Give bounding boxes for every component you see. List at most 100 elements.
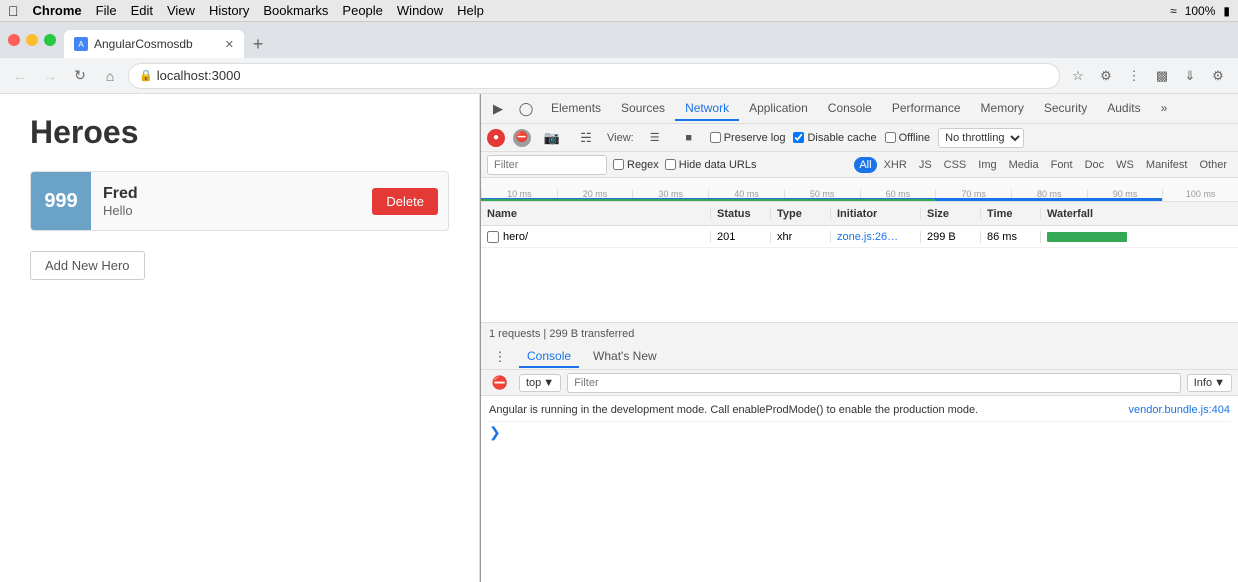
- devtools-panel: ▶ ◯ Elements Sources Network Application…: [480, 94, 1238, 582]
- filter-bar: Regex Hide data URLs All XHR JS CSS Img …: [481, 152, 1238, 178]
- table-row[interactable]: hero/ 201 xhr zone.js:26… 299 B 86 ms: [481, 226, 1238, 248]
- filter-ws-button[interactable]: WS: [1111, 157, 1139, 173]
- tab-audits[interactable]: Audits: [1097, 97, 1150, 121]
- filter-media-button[interactable]: Media: [1004, 157, 1044, 173]
- tab-network[interactable]: Network: [675, 97, 739, 121]
- tab-application[interactable]: Application: [739, 97, 818, 121]
- extensions-button[interactable]: ⚙: [1094, 64, 1118, 88]
- col-header-initiator: Initiator: [831, 208, 921, 220]
- console-tab-console[interactable]: Console: [519, 346, 579, 368]
- row-name: hero/: [481, 231, 711, 243]
- console-message-text: Angular is running in the development mo…: [489, 403, 1118, 418]
- row-initiator: zone.js:26…: [831, 231, 921, 243]
- row-size: 299 B: [921, 231, 981, 243]
- devtools-tabs: Elements Sources Network Application Con…: [541, 97, 1177, 121]
- tab-favicon: A: [74, 37, 88, 51]
- menu-bar-left:  Chrome File Edit View History Bookmark…: [8, 3, 484, 19]
- devtools-toggle-button[interactable]: ⚙: [1206, 64, 1230, 88]
- tab-security[interactable]: Security: [1034, 97, 1097, 121]
- add-hero-button[interactable]: Add New Hero: [30, 251, 145, 280]
- console-context-select[interactable]: top ▼: [519, 374, 561, 392]
- close-window-button[interactable]: [8, 34, 20, 46]
- list-view-button[interactable]: ☰: [642, 125, 668, 151]
- console-stop-button[interactable]: ⛔: [487, 370, 513, 396]
- disable-cache-checkbox[interactable]: Disable cache: [793, 132, 876, 144]
- col-header-status: Status: [711, 208, 771, 220]
- heroes-panel: Heroes 999 Fred Hello Delete Add New Her…: [0, 94, 480, 582]
- minimize-window-button[interactable]: [26, 34, 38, 46]
- grid-view-button[interactable]: ■: [676, 125, 702, 151]
- stop-button[interactable]: ⛔: [513, 129, 531, 147]
- maximize-window-button[interactable]: [44, 34, 56, 46]
- reload-button[interactable]: ↻: [68, 64, 92, 88]
- menu-item-file[interactable]: File: [96, 3, 117, 18]
- filter-input[interactable]: [487, 155, 607, 175]
- filter-font-button[interactable]: Font: [1046, 157, 1078, 173]
- device-toolbar-button[interactable]: ◯: [513, 96, 539, 122]
- level-chevron-down-icon: ▼: [1214, 377, 1225, 389]
- browser-tab[interactable]: A AngularCosmosdb ✕: [64, 30, 244, 58]
- filter-js-button[interactable]: JS: [914, 157, 937, 173]
- back-button[interactable]: ←: [8, 64, 32, 88]
- network-table: Name Status Type Initiator Size Time Wat…: [481, 202, 1238, 322]
- row-type: xhr: [771, 231, 831, 243]
- hero-item: 999 Fred Hello Delete: [30, 171, 449, 231]
- download-button[interactable]: ⇓: [1178, 64, 1202, 88]
- chromecast-button[interactable]: ▩: [1150, 64, 1174, 88]
- camera-button[interactable]: 📷: [539, 125, 565, 151]
- timeline-progress-green: [481, 199, 935, 201]
- filter-css-button[interactable]: CSS: [939, 157, 972, 173]
- apple-icon[interactable]: : [8, 3, 19, 19]
- home-button[interactable]: ⌂: [98, 64, 122, 88]
- forward-button[interactable]: →: [38, 64, 62, 88]
- tab-console[interactable]: Console: [818, 97, 882, 121]
- throttle-select[interactable]: No throttling: [938, 128, 1024, 148]
- status-text: 1 requests | 299 B transferred: [489, 328, 634, 340]
- regex-checkbox[interactable]: Regex: [613, 159, 659, 171]
- hide-data-checkbox[interactable]: Hide data URLs: [665, 159, 757, 171]
- menu-item-people[interactable]: People: [342, 3, 382, 18]
- offline-checkbox[interactable]: Offline: [885, 132, 931, 144]
- tab-sources[interactable]: Sources: [611, 97, 675, 121]
- filter-all-button[interactable]: All: [854, 157, 876, 173]
- record-button[interactable]: ●: [487, 129, 505, 147]
- timeline-bar: 10 ms 20 ms 30 ms 40 ms 50 ms 60 ms 70 m…: [481, 178, 1238, 202]
- filter-img-button[interactable]: Img: [973, 157, 1001, 173]
- console-prompt[interactable]: ❯: [489, 422, 1230, 443]
- toolbar-icons: ☆ ⚙ ⋮ ▩ ⇓ ⚙: [1066, 64, 1230, 88]
- tab-more[interactable]: »: [1151, 97, 1178, 121]
- hero-description: Hello: [103, 203, 360, 218]
- menu-item-edit[interactable]: Edit: [131, 3, 153, 18]
- console-source-link[interactable]: vendor.bundle.js:404: [1128, 403, 1230, 418]
- hero-badge: 999: [31, 171, 91, 231]
- menu-button[interactable]: ⋮: [1122, 64, 1146, 88]
- preserve-log-checkbox[interactable]: Preserve log: [710, 132, 786, 144]
- menu-item-view[interactable]: View: [167, 3, 195, 18]
- tab-close-button[interactable]: ✕: [225, 38, 234, 51]
- console-filter-input[interactable]: [567, 373, 1181, 393]
- filter-doc-button[interactable]: Doc: [1080, 157, 1110, 173]
- filter-manifest-button[interactable]: Manifest: [1141, 157, 1193, 173]
- console-toolbar: ⋮ Console What's New: [481, 344, 1238, 370]
- delete-hero-button[interactable]: Delete: [372, 188, 438, 215]
- menu-item-help[interactable]: Help: [457, 3, 484, 18]
- row-checkbox[interactable]: [487, 231, 499, 243]
- console-tab-whatsnew[interactable]: What's New: [585, 346, 665, 368]
- menu-item-bookmarks[interactable]: Bookmarks: [263, 3, 328, 18]
- console-level-select[interactable]: Info ▼: [1187, 374, 1232, 392]
- console-filter-row: ⛔ top ▼ Info ▼: [481, 370, 1238, 396]
- tab-elements[interactable]: Elements: [541, 97, 611, 121]
- filter-xhr-button[interactable]: XHR: [879, 157, 912, 173]
- tab-memory[interactable]: Memory: [971, 97, 1034, 121]
- menu-item-chrome[interactable]: Chrome: [33, 3, 82, 18]
- url-bar[interactable]: 🔒 localhost:3000: [128, 63, 1060, 89]
- filter-other-button[interactable]: Other: [1194, 157, 1232, 173]
- tab-performance[interactable]: Performance: [882, 97, 971, 121]
- bookmark-button[interactable]: ☆: [1066, 64, 1090, 88]
- filter-toggle-button[interactable]: ☵: [573, 125, 599, 151]
- console-more-button[interactable]: ⋮: [487, 344, 513, 370]
- new-tab-button[interactable]: +: [244, 30, 272, 58]
- menu-item-window[interactable]: Window: [397, 3, 443, 18]
- menu-item-history[interactable]: History: [209, 3, 249, 18]
- inspect-element-button[interactable]: ▶: [485, 96, 511, 122]
